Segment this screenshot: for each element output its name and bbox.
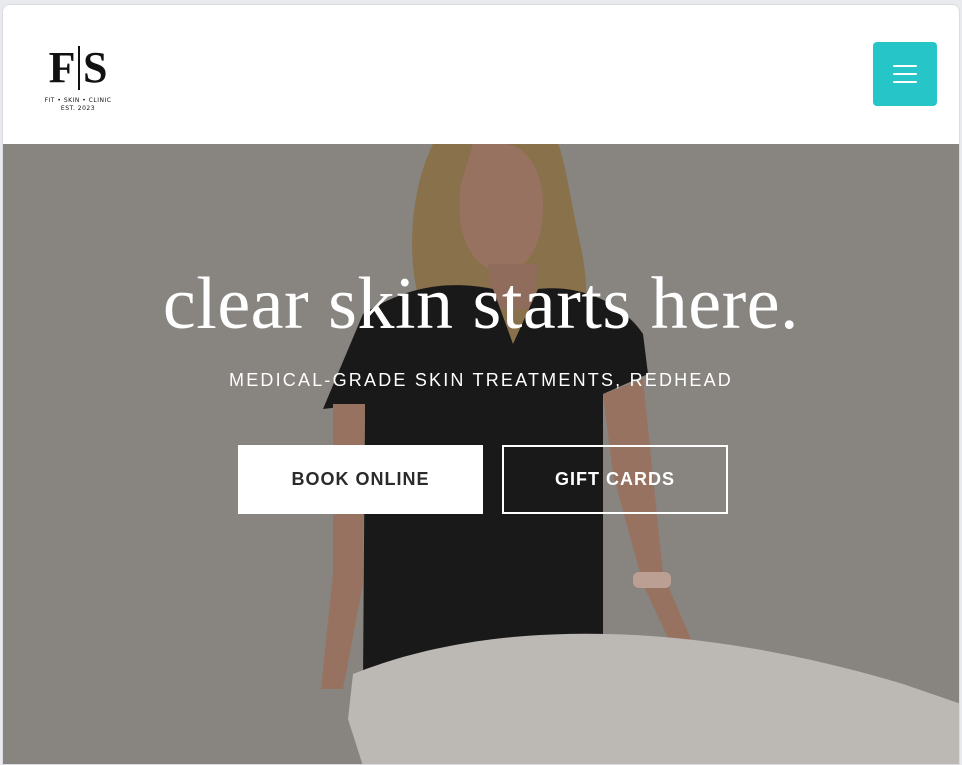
logo-tagline: FIT • SKIN • CLINIC [44, 97, 112, 104]
book-online-button[interactable]: BOOK ONLINE [238, 445, 483, 514]
site-logo[interactable]: F S FIT • SKIN • CLINIC EST. 2023 [43, 45, 113, 120]
hero-section: clear skin starts here. MEDICAL-GRADE SK… [3, 144, 959, 764]
browser-frame: F S FIT • SKIN • CLINIC EST. 2023 clear … [2, 4, 960, 765]
site-header: F S FIT • SKIN • CLINIC EST. 2023 [3, 5, 959, 144]
logo-established: EST. 2023 [60, 105, 96, 112]
logo-letter-f: F [48, 43, 76, 92]
logo-letter-s: S [82, 43, 108, 92]
logo-mark: F S [43, 45, 113, 91]
hero-subheadline: MEDICAL-GRADE SKIN TREATMENTS, REDHEAD [229, 370, 733, 390]
menu-button[interactable] [873, 42, 937, 106]
hamburger-menu-icon [893, 64, 917, 84]
logo-divider [78, 46, 80, 90]
gift-cards-button[interactable]: GIFT CARDS [502, 445, 728, 514]
hero-headline: clear skin starts here. [162, 263, 800, 345]
